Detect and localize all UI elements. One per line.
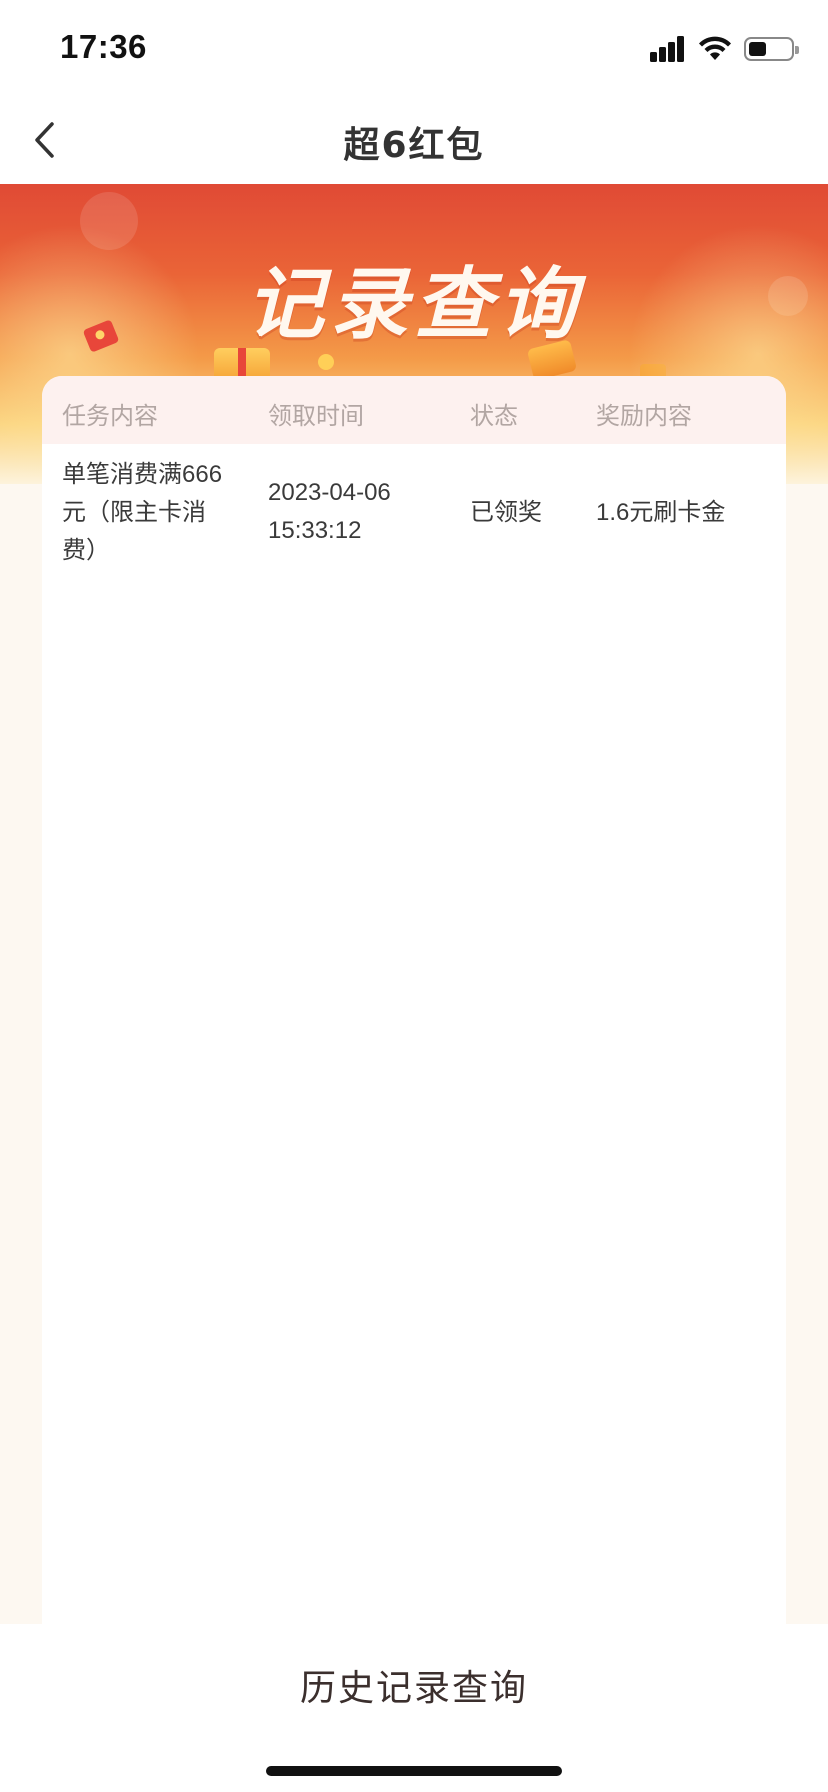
coin-icon <box>318 354 334 370</box>
bottom-bar: 历史记录查询 <box>0 1624 828 1792</box>
home-indicator <box>266 1766 562 1776</box>
status-icons <box>650 34 799 64</box>
column-header-reward: 奖励内容 <box>596 402 692 430</box>
table-row: 单笔消费满666元（限主卡消费） 2023-04-06 15:33:12 已领奖… <box>42 444 786 584</box>
status-time: 17:36 <box>60 28 147 65</box>
column-header-status: 状态 <box>470 402 518 430</box>
time-cell: 2023-04-06 15:33:12 <box>268 479 391 544</box>
column-header-time: 领取时间 <box>268 402 364 430</box>
reward-cell: 1.6元刷卡金 <box>596 499 726 526</box>
task-cell: 单笔消费满666元（限主卡消费） <box>62 461 223 564</box>
status-cell: 已领奖 <box>470 499 542 526</box>
page-title: 超6红包 <box>343 125 485 166</box>
banner-title: 记录查询 <box>245 260 582 350</box>
records-table: 任务内容 领取时间 状态 奖励内容 单笔消费满666元（限主卡消费） 2023-… <box>42 376 786 1624</box>
decorative-bubble <box>768 276 808 316</box>
cellular-signal-icon <box>650 36 686 62</box>
battery-icon <box>744 37 799 61</box>
nav-bar: 超6红包 <box>0 96 828 184</box>
wifi-icon <box>699 36 731 60</box>
status-bar: 17:36 <box>0 0 828 96</box>
history-records-button[interactable]: 历史记录查询 <box>254 1650 574 1720</box>
table-header: 任务内容 领取时间 状态 奖励内容 <box>42 376 786 444</box>
column-header-task: 任务内容 <box>62 402 158 430</box>
